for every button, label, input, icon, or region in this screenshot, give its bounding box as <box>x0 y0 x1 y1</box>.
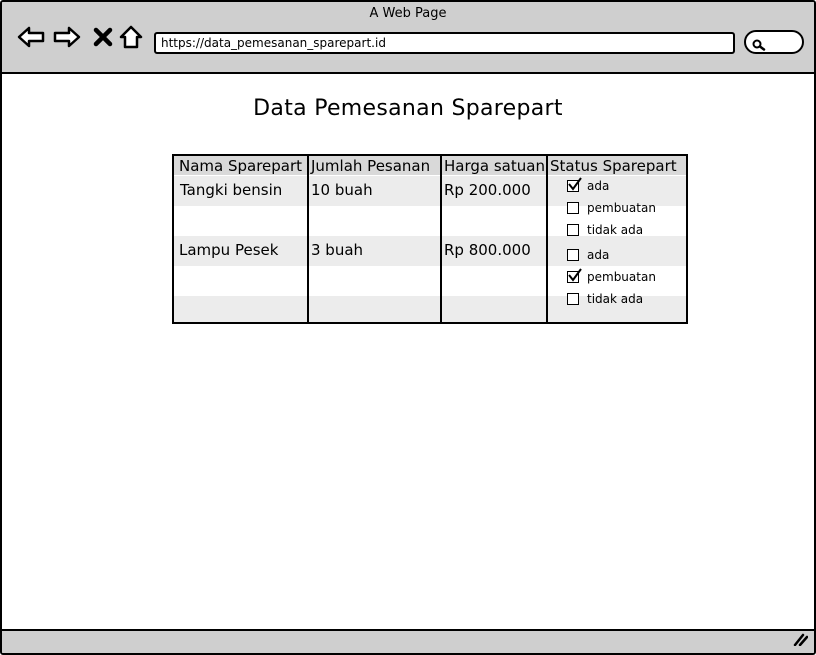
forward-arrow-icon[interactable] <box>52 22 82 52</box>
browser-toolbar: A Web Page https://data_pemesanan_sparep… <box>2 2 814 74</box>
browser-window: A Web Page https://data_pemesanan_sparep… <box>0 0 816 655</box>
status-option-tidak-ada[interactable]: tidak ada <box>567 291 643 307</box>
orders-table: Nama Sparepart Jumlah Pesanan Harga satu… <box>172 154 688 324</box>
column-divider <box>546 156 548 322</box>
window-title: A Web Page <box>369 6 447 21</box>
column-divider <box>440 156 442 322</box>
cell-nama: Tangki bensin <box>180 181 283 199</box>
status-option-ada[interactable]: ada <box>567 177 610 194</box>
checkbox[interactable] <box>567 249 579 261</box>
checkbox-label: ada <box>587 248 610 262</box>
status-option-pembuatan[interactable]: pembuatan <box>567 268 656 285</box>
cell-nama: Lampu Pesek <box>179 241 279 259</box>
page-title: Data Pemesanan Sparepart <box>253 96 563 121</box>
column-header-status: Status Sparepart <box>550 157 677 175</box>
home-icon[interactable] <box>116 22 146 52</box>
back-arrow-icon[interactable] <box>16 22 46 52</box>
checkbox-checked[interactable] <box>567 268 582 283</box>
checkbox[interactable] <box>567 224 579 236</box>
resize-grip-icon[interactable] <box>792 631 809 650</box>
status-option-tidak-ada[interactable]: tidak ada <box>567 222 643 238</box>
column-header-jumlah: Jumlah Pesanan <box>311 157 431 175</box>
cell-jumlah: 10 buah <box>311 181 373 199</box>
cell-harga: Rp 800.000 <box>444 241 531 259</box>
search-icon <box>752 36 766 55</box>
checkbox[interactable] <box>567 293 579 305</box>
cell-jumlah: 3 buah <box>311 241 364 259</box>
browser-status-bar <box>2 629 814 653</box>
checkbox-label: pembuatan <box>587 270 656 284</box>
checkbox-label: ada <box>587 179 610 193</box>
status-option-ada[interactable]: ada <box>567 247 609 263</box>
column-header-nama: Nama Sparepart <box>179 157 303 175</box>
close-x-icon[interactable] <box>88 22 118 52</box>
checkbox-label: pembuatan <box>587 201 656 215</box>
column-divider <box>307 156 309 322</box>
status-option-pembuatan[interactable]: pembuatan <box>567 200 656 216</box>
checkbox-label: tidak ada <box>587 292 644 306</box>
checkbox-label: tidak ada <box>587 223 644 237</box>
checkbox-checked[interactable] <box>567 177 582 192</box>
checkbox[interactable] <box>567 202 579 214</box>
column-header-harga: Harga satuan <box>444 157 545 175</box>
cell-harga: Rp 200.000 <box>444 181 531 199</box>
address-bar[interactable]: https://data_pemesanan_sparepart.id <box>154 32 735 54</box>
search-field[interactable] <box>744 30 804 54</box>
